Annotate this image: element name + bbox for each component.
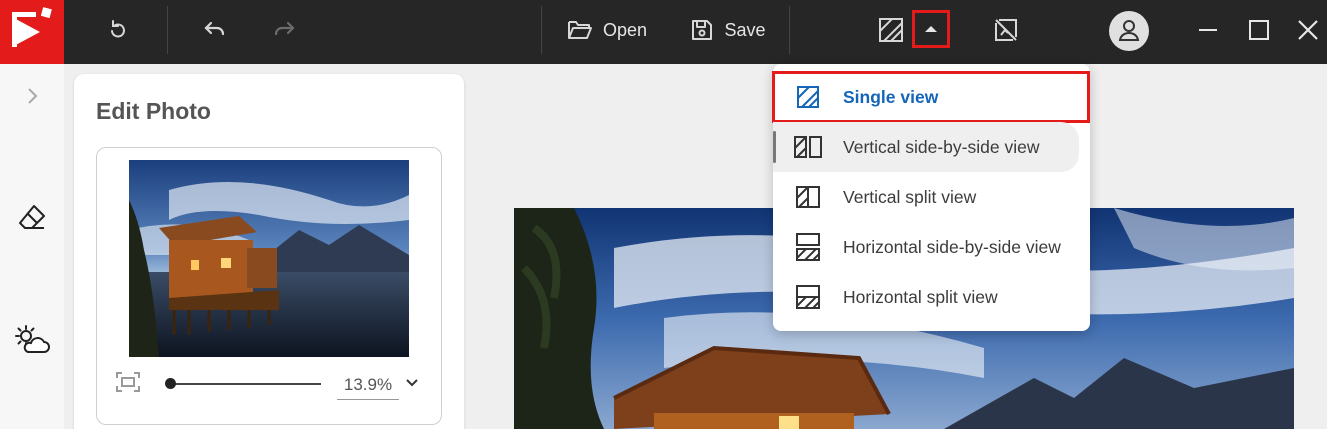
zoom-slider-handle[interactable] bbox=[165, 378, 176, 389]
eraser-icon bbox=[17, 203, 47, 238]
fit-screen-icon bbox=[115, 372, 141, 397]
horizontal-side-by-side-icon bbox=[773, 232, 843, 262]
compare-off-button[interactable] bbox=[984, 8, 1028, 52]
zoom-dropdown-button[interactable] bbox=[405, 376, 419, 394]
chevron-down-icon bbox=[405, 376, 419, 393]
menu-item-label: Vertical split view bbox=[843, 186, 977, 207]
menu-item-horizontal-split-view[interactable]: Horizontal split view bbox=[773, 272, 1090, 322]
toolbar-divider bbox=[541, 6, 542, 54]
save-label: Save bbox=[724, 19, 766, 40]
photo-thumbnail[interactable] bbox=[129, 160, 409, 357]
undo-icon bbox=[201, 18, 227, 42]
zoom-slider-track[interactable] bbox=[169, 383, 321, 385]
sun-cloud-icon bbox=[14, 324, 50, 361]
menu-item-label: Vertical side-by-side view bbox=[843, 136, 1040, 157]
minimize-icon bbox=[1197, 19, 1219, 41]
expand-panel-button[interactable] bbox=[0, 74, 64, 122]
chevron-right-icon bbox=[26, 87, 38, 110]
edit-photo-panel: Edit Photo 13.9% bbox=[74, 74, 464, 429]
compare-off-icon bbox=[993, 17, 1019, 43]
toolbar-divider bbox=[789, 6, 790, 54]
redo-button[interactable] bbox=[263, 8, 307, 52]
view-mode-menu: Single view Vertical side-by-side view V… bbox=[772, 64, 1090, 331]
left-tool-rail bbox=[0, 64, 64, 429]
eraser-tool-button[interactable] bbox=[0, 196, 64, 244]
vertical-side-by-side-icon bbox=[773, 135, 843, 159]
vertical-split-icon bbox=[773, 185, 843, 209]
folder-open-icon bbox=[567, 19, 593, 41]
top-toolbar: Open Save bbox=[0, 0, 1327, 64]
menu-item-vertical-split-view[interactable]: Vertical split view bbox=[773, 172, 1090, 222]
view-mode-dropdown-button[interactable] bbox=[912, 10, 950, 48]
toolbar-divider bbox=[167, 6, 168, 54]
menu-item-label: Horizontal split view bbox=[843, 286, 998, 307]
menu-item-label: Single view bbox=[843, 86, 939, 107]
maximize-button[interactable] bbox=[1237, 8, 1281, 52]
refresh-button[interactable] bbox=[96, 8, 140, 52]
redo-icon bbox=[272, 18, 298, 42]
close-icon bbox=[1297, 19, 1319, 41]
save-button[interactable]: Save bbox=[686, 8, 770, 52]
menu-item-vertical-side-by-side-view[interactable]: Vertical side-by-side view bbox=[773, 122, 1079, 172]
navigator-card: 13.9% bbox=[96, 147, 442, 425]
horizontal-split-icon bbox=[773, 284, 843, 310]
app-logo[interactable] bbox=[0, 0, 64, 64]
account-icon bbox=[1108, 10, 1150, 52]
view-mode-button[interactable] bbox=[869, 8, 913, 52]
open-label: Open bbox=[602, 19, 648, 40]
caret-up-icon bbox=[925, 25, 937, 33]
menu-item-label: Horizontal side-by-side view bbox=[843, 236, 1061, 257]
weather-tool-button[interactable] bbox=[0, 318, 64, 366]
close-button[interactable] bbox=[1286, 8, 1327, 52]
minimize-button[interactable] bbox=[1186, 8, 1230, 52]
single-view-icon bbox=[878, 17, 904, 43]
hover-indicator bbox=[773, 131, 776, 163]
panel-title: Edit Photo bbox=[96, 98, 211, 124]
zoom-value[interactable]: 13.9% bbox=[337, 372, 399, 400]
single-view-icon bbox=[773, 85, 843, 109]
menu-item-single-view[interactable]: Single view bbox=[772, 71, 1090, 123]
account-button[interactable] bbox=[1107, 9, 1151, 53]
maximize-icon bbox=[1248, 19, 1270, 41]
save-icon bbox=[690, 18, 714, 42]
undo-button[interactable] bbox=[192, 8, 236, 52]
refresh-icon bbox=[106, 18, 130, 42]
fit-to-screen-button[interactable] bbox=[115, 371, 141, 398]
menu-item-horizontal-side-by-side-view[interactable]: Horizontal side-by-side view bbox=[773, 222, 1090, 272]
open-button[interactable]: Open bbox=[562, 8, 652, 52]
